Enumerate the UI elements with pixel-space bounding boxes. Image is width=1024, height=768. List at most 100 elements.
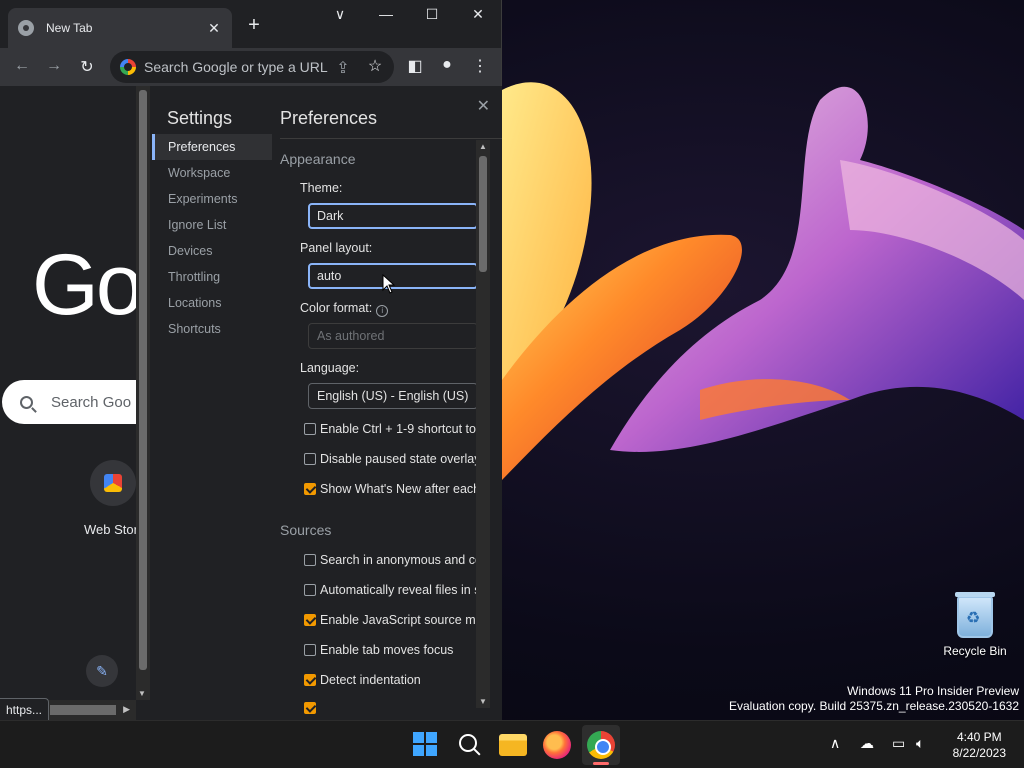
status-bubble: https... [0, 698, 50, 720]
detect-indentation-checkbox-row[interactable]: Detect indentation [304, 673, 421, 687]
anonymous-search-checkbox-row[interactable]: Search in anonymous and con [304, 553, 489, 567]
whats-new-label: Show What's New after each [320, 482, 481, 496]
watermark-line-2: Evaluation copy. Build 25375.zn_release.… [729, 699, 1019, 713]
settings-nav-locations[interactable]: Locations [152, 290, 272, 316]
start-button[interactable] [412, 731, 440, 759]
customize-pencil-icon[interactable]: ✎ [86, 655, 118, 687]
js-source-maps-checkbox[interactable] [304, 614, 316, 626]
color-format-label-text: Color format: [300, 301, 373, 315]
settings-nav-throttling[interactable]: Throttling [152, 264, 272, 290]
partial-checkbox[interactable] [304, 702, 316, 714]
side-panel-icon[interactable]: ◧ [405, 56, 425, 76]
scroll-right-arrow-icon[interactable]: ▶ [123, 704, 130, 715]
ctrl-shortcut-checkbox-row[interactable]: Enable Ctrl + 1-9 shortcut to s [304, 422, 486, 436]
partial-checkbox-row[interactable] [304, 702, 320, 714]
recycle-bin[interactable]: ♻ Recycle Bin [940, 592, 1010, 658]
browser-toolbar: ← → ↻ Search Google or type a URL ⇪ ☆ ◧ … [0, 48, 501, 86]
volume-icon[interactable]: 🔈︎ [916, 735, 924, 752]
preferences-title: Preferences [280, 108, 378, 128]
whats-new-checkbox[interactable] [304, 483, 316, 495]
ntp-hscroll-thumb[interactable] [50, 705, 116, 715]
paused-overlay-checkbox-row[interactable]: Disable paused state overlay [304, 452, 481, 466]
tab-moves-focus-checkbox[interactable] [304, 644, 316, 656]
tab-new-tab[interactable]: New Tab ✕ [8, 8, 232, 48]
scroll-up-arrow-icon[interactable]: ▲ [479, 142, 487, 151]
forward-icon[interactable]: → [44, 57, 64, 75]
system-clock[interactable]: 4:40 PM 8/22/2023 [953, 729, 1006, 761]
paused-overlay-checkbox[interactable] [304, 453, 316, 465]
title-divider [280, 138, 502, 139]
file-explorer-icon[interactable] [499, 734, 527, 756]
anonymous-search-label: Search in anonymous and con [320, 553, 489, 567]
js-source-maps-checkbox-row[interactable]: Enable JavaScript source map [304, 613, 490, 627]
detect-indentation-label: Detect indentation [320, 673, 421, 687]
language-select[interactable]: English (US) - English (US) [308, 383, 478, 409]
settings-sidebar: Settings Preferences Workspace Experimen… [152, 86, 272, 720]
settings-scroll-thumb[interactable] [479, 156, 487, 272]
clock-time: 4:40 PM [956, 730, 1002, 744]
settings-nav-experiments[interactable]: Experiments [152, 186, 272, 212]
reveal-files-label: Automatically reveal files in si [320, 583, 484, 597]
tab-search-dropdown-icon[interactable]: ∨ [325, 6, 355, 23]
google-logo: Go [32, 237, 136, 333]
paused-overlay-label: Disable paused state overlay [320, 452, 481, 466]
anonymous-search-checkbox[interactable] [304, 554, 316, 566]
new-tab-button[interactable]: + [243, 14, 265, 37]
chrome-window: New Tab ✕ + ∨ — ☐ ✕ ← → ↻ Search Google … [0, 0, 502, 720]
web-store-shortcut-label: Web Stor [84, 522, 136, 537]
search-icon [20, 395, 33, 409]
menu-kebab-icon[interactable]: ⋮ [470, 56, 490, 76]
share-icon[interactable]: ⇪ [333, 58, 353, 78]
settings-nav-workspace[interactable]: Workspace [152, 160, 272, 186]
ctrl-shortcut-checkbox[interactable] [304, 423, 316, 435]
reveal-files-checkbox-row[interactable]: Automatically reveal files in si [304, 583, 483, 597]
minimize-button[interactable]: — [371, 6, 401, 22]
close-window-button[interactable]: ✕ [463, 6, 493, 23]
profile-icon[interactable]: ● [437, 56, 457, 74]
maximize-button[interactable]: ☐ [417, 6, 447, 23]
chrome-icon[interactable] [587, 731, 615, 759]
ntp-vertical-scrollbar[interactable]: ▼ [136, 86, 150, 700]
panel-layout-label: Panel layout: [300, 241, 373, 255]
watermark-line-1: Windows 11 Pro Insider Preview [847, 684, 1019, 698]
scroll-down-arrow-icon[interactable]: ▼ [479, 697, 487, 706]
sources-section-title: Sources [280, 522, 332, 538]
search-icon[interactable] [456, 731, 484, 759]
web-store-shortcut-icon[interactable] [90, 460, 136, 506]
color-format-select: As authored [308, 323, 478, 349]
settings-nav-shortcuts[interactable]: Shortcuts [152, 316, 272, 342]
theme-select[interactable]: Dark [308, 203, 478, 229]
firefox-icon[interactable] [543, 731, 571, 759]
preferences-pane: Preferences Appearance Theme: Dark Panel… [280, 86, 502, 720]
info-icon[interactable]: i [376, 305, 389, 317]
color-format-label: Color format: i [300, 301, 389, 317]
active-app-indicator [593, 762, 609, 765]
detect-indentation-checkbox[interactable] [304, 674, 316, 686]
bookmark-star-icon[interactable]: ☆ [365, 56, 385, 76]
whats-new-checkbox-row[interactable]: Show What's New after each [304, 482, 480, 496]
omnibox-placeholder: Search Google or type a URL [144, 59, 328, 75]
clock-date: 8/22/2023 [952, 746, 1006, 760]
google-g-icon [120, 59, 136, 75]
close-settings-icon[interactable]: ✕ [477, 96, 490, 116]
ntp-search-box[interactable]: Search Goo [2, 380, 136, 424]
ntp-scroll-thumb[interactable] [139, 90, 147, 670]
tab-title: New Tab [46, 21, 93, 35]
tab-moves-focus-checkbox-row[interactable]: Enable tab moves focus [304, 643, 453, 657]
reveal-files-checkbox[interactable] [304, 584, 316, 596]
chrome-favicon-icon [18, 20, 34, 36]
js-source-maps-label: Enable JavaScript source map [320, 613, 490, 627]
settings-nav-preferences[interactable]: Preferences [152, 134, 272, 160]
onedrive-icon[interactable]: ☁ [860, 735, 874, 752]
language-label: Language: [300, 361, 360, 375]
settings-nav-ignore-list[interactable]: Ignore List [152, 212, 272, 238]
tab-strip: New Tab ✕ + ∨ — ☐ ✕ [0, 0, 501, 48]
tab-close-icon[interactable]: ✕ [206, 20, 222, 37]
back-icon[interactable]: ← [12, 57, 32, 75]
tray-overflow-chevron-icon[interactable]: ∧ [830, 735, 840, 752]
scroll-down-arrow-icon[interactable]: ▼ [138, 689, 146, 698]
settings-scrollbar[interactable]: ▲ ▼ [476, 140, 490, 708]
reload-icon[interactable]: ↻ [77, 57, 97, 77]
network-icon[interactable]: ▭ [892, 735, 905, 752]
settings-nav-devices[interactable]: Devices [152, 238, 272, 264]
